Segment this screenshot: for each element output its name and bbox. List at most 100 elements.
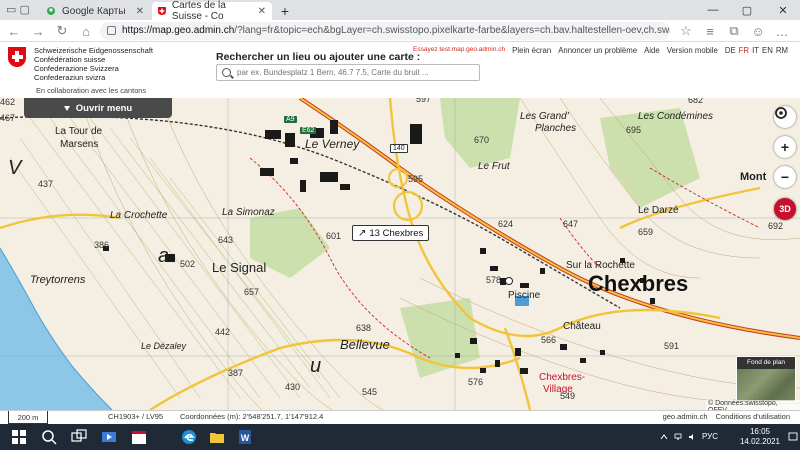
label-bellevue: Bellevue bbox=[340, 337, 390, 352]
arrow-ne-icon: ↗ bbox=[358, 227, 367, 239]
label-le-darze: Le Darzé bbox=[638, 205, 679, 216]
spot-height: 387 bbox=[228, 368, 244, 378]
search-icon bbox=[222, 68, 231, 77]
label-le-verney: Le Verney bbox=[305, 137, 360, 151]
tab-close-icon[interactable]: ✕ bbox=[258, 6, 266, 17]
label-region-v: V bbox=[8, 157, 22, 179]
search-icon[interactable] bbox=[40, 428, 58, 446]
windows-start-icon[interactable] bbox=[10, 428, 28, 446]
target-icon bbox=[775, 107, 787, 119]
spot-height: 597 bbox=[416, 98, 432, 104]
minimize-icon[interactable]: — bbox=[696, 0, 730, 20]
crs-selector[interactable]: CH1903+ / LV95 bbox=[108, 412, 163, 421]
task-view-icon[interactable] bbox=[70, 428, 88, 446]
zoom-in-button[interactable]: + bbox=[774, 136, 796, 158]
label-planches: Planches bbox=[535, 123, 577, 134]
open-menu-label: Ouvrir menu bbox=[75, 102, 133, 114]
label-sur-la-rochette: Sur la Rochette bbox=[566, 260, 635, 271]
label-le-frut: Le Frut bbox=[478, 161, 510, 172]
favorite-star-icon[interactable]: ☆ bbox=[678, 23, 694, 39]
maximize-icon[interactable]: ▢ bbox=[730, 0, 764, 20]
stop-popup-label: 13 Chexbres bbox=[369, 227, 424, 239]
help-link[interactable]: Aide bbox=[644, 46, 660, 55]
spot-height: 566 bbox=[541, 335, 557, 345]
coordinates-readout: Coordonnées (m): 2'548'251.7, 1'147'912.… bbox=[180, 412, 324, 421]
confed-line-de: Schweizerische Eidgenossenschaft bbox=[34, 46, 154, 55]
fullscreen-link[interactable]: Plein écran bbox=[512, 46, 551, 55]
forward-icon[interactable]: → bbox=[30, 23, 46, 39]
clock-time: 16:05 bbox=[749, 427, 770, 436]
clock[interactable]: 16:05 14.02.2021 bbox=[740, 427, 780, 447]
label-le-dezaley: Le Dézaley bbox=[141, 341, 187, 351]
extensions-icon[interactable]: ⧉ bbox=[726, 23, 742, 39]
word-app-icon[interactable]: W bbox=[236, 428, 254, 446]
svg-text:W: W bbox=[241, 433, 250, 443]
tab-actions-icon[interactable]: ▭ ▢ bbox=[6, 3, 30, 16]
lock-icon bbox=[107, 26, 116, 35]
label-les-condemines: Les Condémines bbox=[638, 111, 714, 122]
profile-icon[interactable]: ☺ bbox=[750, 23, 766, 39]
file-explorer-icon[interactable] bbox=[208, 428, 226, 446]
calendar-app-icon[interactable] bbox=[130, 428, 148, 446]
chevron-up-icon[interactable] bbox=[660, 433, 668, 441]
search-box bbox=[216, 64, 480, 81]
video-app-icon[interactable] bbox=[100, 428, 118, 446]
spot-height: 437 bbox=[38, 179, 54, 189]
close-window-icon[interactable]: ✕ bbox=[766, 0, 800, 20]
collections-icon[interactable]: ≡ bbox=[702, 23, 718, 39]
terms-link[interactable]: Conditions d'utilisation bbox=[716, 412, 790, 421]
home-icon[interactable]: ⌂ bbox=[78, 23, 94, 39]
lang-fr[interactable]: FR bbox=[739, 46, 749, 55]
geoadmin-link[interactable]: geo.admin.ch bbox=[663, 412, 708, 421]
more-menu-icon[interactable]: … bbox=[774, 23, 790, 39]
new-tab-button[interactable]: + bbox=[276, 2, 294, 20]
spot-height: 578 bbox=[486, 275, 502, 285]
geolocate-button[interactable] bbox=[774, 106, 796, 128]
lang-rm[interactable]: RM bbox=[776, 46, 788, 55]
refresh-icon[interactable]: ↻ bbox=[54, 23, 70, 39]
map-canvas[interactable]: Chexbres Le Signal Bellevue Treytorrens … bbox=[0, 98, 800, 410]
open-menu-button[interactable]: Ouvrir menu bbox=[24, 98, 172, 118]
edge-browser-icon[interactable] bbox=[180, 428, 198, 446]
input-language[interactable]: РУС bbox=[702, 432, 718, 441]
spot-height: 462 bbox=[0, 98, 16, 107]
roundabout-small bbox=[388, 168, 408, 188]
scale-bar: 200 m bbox=[8, 411, 48, 424]
background-layer-switcher[interactable]: Fond de plan bbox=[736, 356, 796, 401]
label-la-tour-de: La Tour de bbox=[55, 126, 103, 137]
label-marsens: Marsens bbox=[60, 139, 99, 150]
notifications-icon[interactable] bbox=[788, 432, 798, 442]
tab-google-maps[interactable]: Google Карты ✕ bbox=[40, 2, 150, 20]
report-problem-link[interactable]: Annoncer un problème bbox=[558, 46, 637, 55]
spot-height: 682 bbox=[688, 98, 704, 105]
windows-taskbar: W РУС 16:05 14.02.2021 bbox=[0, 424, 800, 450]
3d-view-button[interactable]: 3D bbox=[774, 198, 796, 220]
test-site-link[interactable]: Essayez test.map.geo.admin.ch bbox=[413, 46, 505, 55]
swiss-coat-of-arms-icon bbox=[8, 47, 26, 67]
tab-swiss-maps[interactable]: Cartes de la Suisse - Co ✕ bbox=[152, 0, 272, 22]
mobile-version-link[interactable]: Version mobile bbox=[667, 46, 718, 55]
network-icon[interactable] bbox=[674, 433, 682, 441]
spot-height: 657 bbox=[244, 287, 260, 297]
confederation-names: Schweizerische Eidgenossenschaft Confédé… bbox=[34, 46, 153, 82]
lang-de[interactable]: DE bbox=[725, 46, 736, 55]
spot-height: 692 bbox=[768, 221, 784, 231]
stop-popup[interactable]: ↗ 13 Chexbres bbox=[352, 225, 430, 241]
spot-height: 595 bbox=[408, 174, 424, 184]
search-input[interactable] bbox=[237, 66, 473, 79]
volume-icon[interactable] bbox=[688, 433, 696, 441]
spot-height: 695 bbox=[626, 125, 642, 135]
url-path: /?lang=fr&topic=ech&bgLayer=ch.swisstopo… bbox=[234, 25, 670, 36]
lang-en[interactable]: EN bbox=[762, 46, 773, 55]
back-icon[interactable]: ← bbox=[6, 23, 22, 39]
spot-height: 659 bbox=[638, 227, 654, 237]
label-chateau: Château bbox=[563, 321, 601, 332]
url-field[interactable]: https://map.geo.admin.ch/?lang=fr&topic=… bbox=[100, 22, 670, 40]
lang-it[interactable]: IT bbox=[752, 46, 759, 55]
tab-close-icon[interactable]: ✕ bbox=[136, 6, 144, 17]
spot-height: 624 bbox=[498, 219, 514, 229]
bus-stop-marker[interactable] bbox=[505, 277, 513, 285]
zoom-out-button[interactable]: − bbox=[774, 166, 796, 188]
background-layer-label: Fond de plan bbox=[737, 357, 795, 369]
confed-line-rm: Confederaziun svizra bbox=[34, 73, 106, 82]
